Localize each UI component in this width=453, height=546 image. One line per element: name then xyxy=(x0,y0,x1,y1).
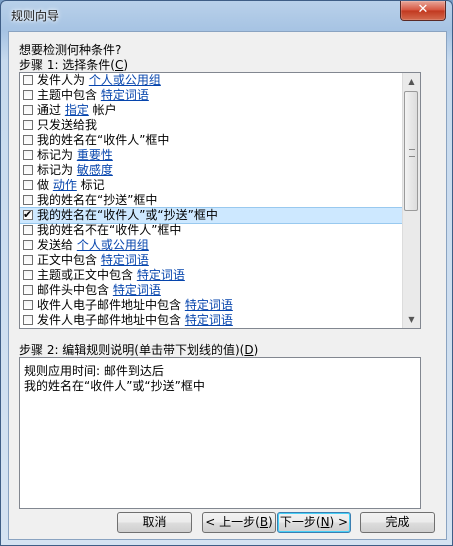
rule-description-box[interactable]: 规则应用时间: 邮件到达后 我的姓名在“收件人”或“抄送”框中 xyxy=(19,357,421,509)
scroll-down-arrow-icon[interactable]: ▼ xyxy=(403,311,420,328)
description-line-2: 我的姓名在“收件人”或“抄送”框中 xyxy=(24,379,205,393)
condition-value-link[interactable]: 特定词语 xyxy=(185,313,233,327)
condition-item[interactable]: 主题中包含 特定词语 xyxy=(20,88,402,103)
condition-item[interactable]: 发件人电子邮件地址中包含 特定词语 xyxy=(20,313,402,328)
condition-checkbox[interactable] xyxy=(23,135,33,145)
condition-text: 发件人为 xyxy=(37,73,89,87)
dialog-client-area: 想要检测何种条件? 步骤 1: 选择条件(C) 发件人为 个人或公用组 主题中包含… xyxy=(8,31,447,540)
condition-text: 我的姓名在“收件人”或“抄送”框中 xyxy=(37,208,218,222)
condition-checkbox[interactable] xyxy=(23,105,33,115)
condition-item[interactable]: 标记为 重要性 xyxy=(20,148,402,163)
condition-checkbox[interactable] xyxy=(23,285,33,295)
condition-text: 收件人电子邮件地址中包含 xyxy=(37,298,185,312)
condition-text: 标记为 xyxy=(37,148,77,162)
condition-value-link[interactable]: 类别 xyxy=(77,328,101,329)
condition-text: 主题或正文中包含 xyxy=(37,268,137,282)
condition-value-link[interactable]: 个人或公用组 xyxy=(89,73,161,87)
back-button[interactable]: < 上一步(B) xyxy=(202,512,276,533)
condition-checkbox[interactable] xyxy=(23,180,33,190)
condition-text: 我的姓名不在“收件人”框中 xyxy=(37,223,182,237)
condition-checkbox[interactable] xyxy=(23,255,33,265)
condition-value-link[interactable]: 个人或公用组 xyxy=(77,238,149,252)
scrollbar-thumb[interactable] xyxy=(404,91,418,211)
next-button[interactable]: 下一步(N) > xyxy=(277,512,351,533)
condition-checkbox[interactable] xyxy=(23,300,33,310)
condition-item[interactable]: 我的姓名不在“收件人”框中 xyxy=(20,223,402,238)
condition-text: 通过 xyxy=(37,103,65,117)
condition-item[interactable]: 做 动作 标记 xyxy=(20,178,402,193)
step1-label: 步骤 1: 选择条件(C) xyxy=(19,58,129,72)
condition-checkbox[interactable] xyxy=(23,90,33,100)
condition-value-link[interactable]: 指定 xyxy=(65,103,89,117)
condition-text: 标记 xyxy=(76,178,105,192)
condition-checkbox[interactable] xyxy=(23,195,33,205)
condition-item[interactable]: 我的姓名在“收件人”或“抄送”框中 xyxy=(20,207,403,224)
condition-text: 发送给 xyxy=(37,238,77,252)
close-button[interactable]: ✕ xyxy=(400,1,446,21)
title-bar[interactable]: 规则向导 ✕ xyxy=(1,1,452,31)
window-title: 规则向导 xyxy=(11,9,60,23)
condition-item[interactable]: 收件人电子邮件地址中包含 特定词语 xyxy=(20,298,402,313)
cancel-button[interactable]: 取消 xyxy=(117,512,192,533)
condition-text: 正文中包含 xyxy=(37,253,101,267)
conditions-scrollbar[interactable]: ▲ ▼ xyxy=(402,73,420,328)
condition-text: 类别 xyxy=(101,328,129,329)
condition-value-link[interactable]: 敏感度 xyxy=(77,163,113,177)
condition-checkbox[interactable] xyxy=(23,165,33,175)
scroll-up-arrow-icon[interactable]: ▲ xyxy=(403,73,420,90)
condition-checkbox[interactable] xyxy=(23,270,33,280)
condition-text: 帐户 xyxy=(88,103,117,117)
condition-value-link[interactable]: 特定词语 xyxy=(137,268,185,282)
condition-checkbox[interactable] xyxy=(23,75,33,85)
conditions-list[interactable]: 发件人为 个人或公用组 主题中包含 特定词语 通过 指定 帐户 只发送给我 我的姓名在“… xyxy=(19,72,421,329)
condition-item[interactable]: 发送给 个人或公用组 xyxy=(20,238,402,253)
condition-value-link[interactable]: 特定词语 xyxy=(185,298,233,312)
condition-text: 主题中包含 xyxy=(37,88,101,102)
condition-item[interactable]: 邮件头中包含 特定词语 xyxy=(20,283,402,298)
condition-item[interactable]: 发件人为 个人或公用组 xyxy=(20,73,402,88)
condition-text: 发件人电子邮件地址中包含 xyxy=(37,313,185,327)
condition-text: 做 xyxy=(37,178,53,192)
condition-value-link[interactable]: 特定词语 xyxy=(101,88,149,102)
condition-text: 只发送给我 xyxy=(37,118,98,132)
condition-value-link[interactable]: 动作 xyxy=(53,178,77,192)
finish-button[interactable]: 完成 xyxy=(360,512,435,533)
condition-text: 我的姓名在“抄送”框中 xyxy=(37,193,158,207)
condition-value-link[interactable]: 特定词语 xyxy=(101,253,149,267)
condition-item[interactable]: 我的姓名在“抄送”框中 xyxy=(20,193,402,208)
condition-checkbox[interactable] xyxy=(23,225,33,235)
condition-item[interactable]: 正文中包含 特定词语 xyxy=(20,253,402,268)
condition-item[interactable]: 通过 指定 帐户 xyxy=(20,103,402,118)
condition-item[interactable]: 分配为 类别 类别 xyxy=(20,328,402,329)
condition-value-link[interactable]: 重要性 xyxy=(77,148,113,162)
condition-text: 标记为 xyxy=(37,163,77,177)
condition-text: 邮件头中包含 xyxy=(37,283,113,297)
condition-checkbox[interactable] xyxy=(23,150,33,160)
grip-icon xyxy=(409,149,415,157)
condition-checkbox[interactable] xyxy=(23,207,33,222)
condition-value-link[interactable]: 特定词语 xyxy=(113,283,161,297)
condition-checkbox[interactable] xyxy=(23,120,33,130)
condition-checkbox[interactable] xyxy=(23,315,33,325)
condition-item[interactable]: 我的姓名在“收件人”框中 xyxy=(20,133,402,148)
condition-item[interactable]: 标记为 敏感度 xyxy=(20,163,402,178)
condition-item[interactable]: 主题或正文中包含 特定词语 xyxy=(20,268,402,283)
conditions-rows: 发件人为 个人或公用组 主题中包含 特定词语 通过 指定 帐户 只发送给我 我的姓名在“… xyxy=(20,73,403,329)
step2-label: 步骤 2: 编辑规则说明(单击带下划线的值)(D) xyxy=(19,343,259,357)
rules-wizard-window: 规则向导 ✕ 想要检测何种条件? 步骤 1: 选择条件(C) 发件人为 个人或公… xyxy=(0,0,453,546)
condition-text: 我的姓名在“收件人”框中 xyxy=(37,133,170,147)
condition-text: 分配为 xyxy=(37,328,77,329)
condition-item[interactable]: 只发送给我 xyxy=(20,118,402,133)
condition-checkbox[interactable] xyxy=(23,240,33,250)
